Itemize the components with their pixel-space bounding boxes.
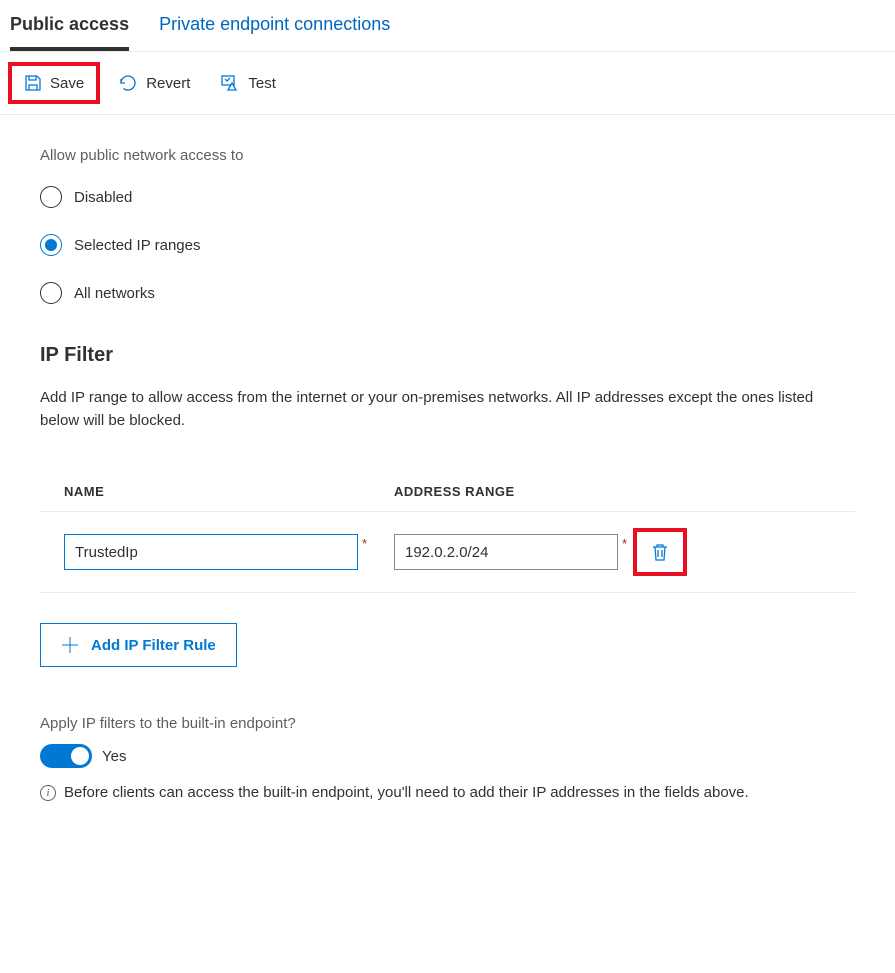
required-marker: * [622, 536, 627, 551]
required-marker: * [362, 536, 367, 551]
ip-filter-description: Add IP range to allow access from the in… [40, 387, 855, 432]
revert-label: Revert [146, 75, 190, 92]
save-highlight: Save [8, 62, 100, 104]
info-text: Before clients can access the built-in e… [64, 782, 749, 805]
network-access-label: Allow public network access to [40, 147, 855, 164]
add-ip-filter-button[interactable]: Add IP Filter Rule [40, 623, 237, 667]
tab-private-endpoints[interactable]: Private endpoint connections [159, 0, 390, 51]
info-row: i Before clients can access the built-in… [40, 782, 855, 805]
col-range: ADDRESS RANGE [394, 484, 855, 499]
radio-selected-ip[interactable]: Selected IP ranges [40, 234, 855, 256]
tab-public-access[interactable]: Public access [10, 0, 129, 51]
network-radio-group: Disabled Selected IP ranges All networks [40, 186, 855, 304]
trash-icon [651, 542, 669, 562]
ip-filter-heading: IP Filter [40, 344, 855, 367]
save-button[interactable]: Save [12, 66, 96, 100]
add-label: Add IP Filter Rule [91, 637, 216, 654]
ip-filter-table: NAME ADDRESS RANGE * * [40, 472, 855, 593]
delete-highlight [633, 528, 687, 576]
save-icon [24, 74, 42, 92]
revert-icon [118, 73, 138, 93]
apply-filters-label: Apply IP filters to the built-in endpoin… [40, 715, 855, 732]
radio-icon [40, 186, 62, 208]
radio-label: All networks [74, 285, 155, 302]
radio-all-networks[interactable]: All networks [40, 282, 855, 304]
range-cell: * [394, 534, 627, 570]
table-row: * * [40, 512, 855, 593]
plus-icon [61, 636, 79, 654]
range-input[interactable] [394, 534, 618, 570]
name-cell: * [64, 534, 394, 570]
test-button[interactable]: Test [208, 65, 288, 101]
save-label: Save [50, 75, 84, 92]
name-input[interactable] [64, 534, 358, 570]
test-icon [220, 73, 240, 93]
delete-button[interactable] [651, 542, 669, 562]
info-icon: i [40, 785, 56, 801]
table-header: NAME ADDRESS RANGE [40, 472, 855, 512]
apply-toggle[interactable] [40, 744, 92, 768]
radio-disabled[interactable]: Disabled [40, 186, 855, 208]
radio-icon [40, 234, 62, 256]
tabs: Public access Private endpoint connectio… [0, 0, 895, 52]
radio-icon [40, 282, 62, 304]
revert-button[interactable]: Revert [106, 65, 202, 101]
toggle-row: Yes [40, 744, 855, 768]
toggle-value: Yes [102, 748, 126, 765]
col-name: NAME [64, 484, 394, 499]
test-label: Test [248, 75, 276, 92]
content: Allow public network access to Disabled … [0, 115, 895, 825]
toolbar: Save Revert Test [0, 52, 895, 115]
radio-label: Disabled [74, 189, 132, 206]
radio-label: Selected IP ranges [74, 237, 200, 254]
